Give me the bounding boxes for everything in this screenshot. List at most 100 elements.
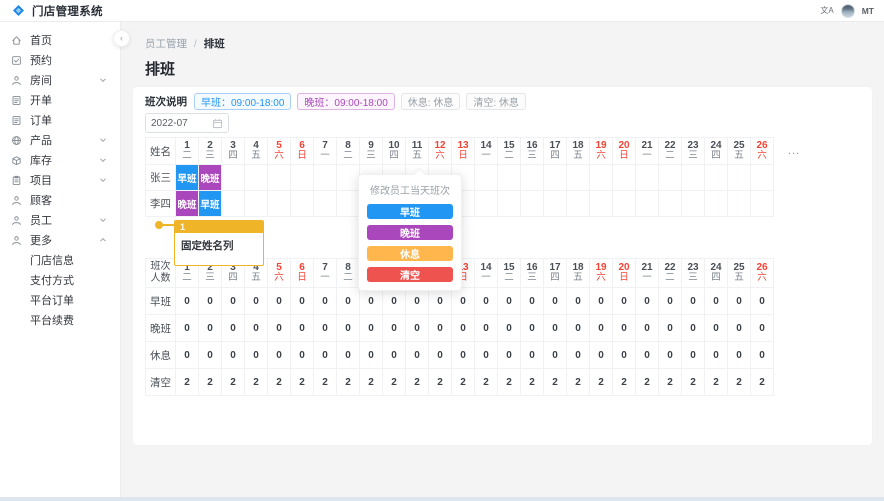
shift-cell[interactable] xyxy=(682,191,705,217)
summary-value: 0 xyxy=(498,315,521,342)
shift-cell[interactable] xyxy=(475,191,498,217)
shift-cell[interactable] xyxy=(636,165,659,191)
legend-badge-evening: 晚班：09:00-18:00 xyxy=(297,93,394,110)
day-column-header: 3四 xyxy=(222,138,245,165)
shift-cell[interactable] xyxy=(314,165,337,191)
user-avatar[interactable] xyxy=(841,4,855,18)
shift-cell[interactable] xyxy=(590,191,613,217)
chevron-down-icon xyxy=(99,136,108,144)
shift-cell[interactable] xyxy=(728,191,751,217)
summary-value: 0 xyxy=(521,342,544,369)
shift-cell[interactable] xyxy=(498,165,521,191)
popup-button-rest[interactable]: 休息 xyxy=(367,246,453,261)
shift-cell[interactable] xyxy=(682,165,705,191)
shift-cell[interactable] xyxy=(544,191,567,217)
day-column-header: 15二 xyxy=(498,259,521,288)
breadcrumb-parent[interactable]: 员工管理 xyxy=(145,38,187,50)
summary-value: 0 xyxy=(728,288,751,315)
shift-cell[interactable] xyxy=(521,191,544,217)
more-days-ellipsis: ... xyxy=(788,145,800,157)
shift-cell[interactable] xyxy=(314,191,337,217)
summary-value: 2 xyxy=(176,369,199,396)
shift-cell[interactable] xyxy=(337,165,360,191)
shift-cell[interactable] xyxy=(590,165,613,191)
summary-value: 0 xyxy=(498,288,521,315)
shift-cell[interactable] xyxy=(751,165,774,191)
sidebar-item-orders[interactable]: 订单 xyxy=(0,110,120,130)
summary-value: 0 xyxy=(383,315,406,342)
sidebar-item-booking[interactable]: 预约 xyxy=(0,50,120,70)
shift-cell[interactable] xyxy=(705,191,728,217)
bottom-scrollbar[interactable] xyxy=(0,497,884,501)
shift-cell[interactable] xyxy=(498,191,521,217)
popup-button-clear[interactable]: 清空 xyxy=(367,267,453,282)
shift-chip[interactable]: 早班 xyxy=(176,165,198,190)
popup-button-evening[interactable]: 晚班 xyxy=(367,225,453,240)
summary-value: 0 xyxy=(406,342,429,369)
summary-value: 0 xyxy=(751,342,774,369)
shift-cell[interactable] xyxy=(636,191,659,217)
summary-row-morning: 早班00000000000000000000000000 xyxy=(146,288,774,315)
day-column-header: 4五 xyxy=(245,138,268,165)
language-switch-icon[interactable]: 文A xyxy=(820,7,833,15)
sidebar-collapse-button[interactable]: ‹ xyxy=(113,30,130,47)
sidebar-item-rooms[interactable]: 房间 xyxy=(0,70,120,90)
shift-cell[interactable] xyxy=(268,165,291,191)
shift-cell[interactable] xyxy=(475,165,498,191)
shift-cell[interactable]: 早班 xyxy=(176,165,199,191)
shift-cell[interactable] xyxy=(245,191,268,217)
sidebar-item-products[interactable]: 产品 xyxy=(0,130,120,150)
sidebar-subitem-payment-methods[interactable]: 支付方式 xyxy=(0,270,120,290)
shift-cell[interactable] xyxy=(751,191,774,217)
summary-value: 0 xyxy=(590,315,613,342)
shift-cell[interactable] xyxy=(222,165,245,191)
summary-value: 0 xyxy=(291,315,314,342)
shift-cell[interactable] xyxy=(291,165,314,191)
sidebar-subitem-platform-orders[interactable]: 平台订单 xyxy=(0,290,120,310)
shift-chip[interactable]: 晚班 xyxy=(199,165,221,190)
shift-cell[interactable] xyxy=(613,191,636,217)
popup-button-morning[interactable]: 早班 xyxy=(367,204,453,219)
summary-row-evening: 晚班00000000000000000000000000 xyxy=(146,315,774,342)
month-picker[interactable]: 2022-07 xyxy=(145,113,229,133)
shift-edit-popup-buttons: 早班晚班休息清空 xyxy=(367,204,453,282)
shift-cell[interactable]: 晚班 xyxy=(176,191,199,217)
app-logo-icon xyxy=(12,4,25,17)
shift-cell[interactable] xyxy=(245,165,268,191)
sidebar-subitem-store-info[interactable]: 门店信息 xyxy=(0,250,120,270)
sidebar-menu: 首页预约房间开单订单产品库存项目顾客员工更多门店信息支付方式平台订单平台续费 xyxy=(0,22,121,501)
summary-value: 2 xyxy=(590,369,613,396)
shift-cell[interactable] xyxy=(613,165,636,191)
shift-cell[interactable] xyxy=(705,165,728,191)
shift-cell[interactable] xyxy=(567,191,590,217)
shift-cell[interactable] xyxy=(337,191,360,217)
sidebar-item-projects[interactable]: 项目 xyxy=(0,170,120,190)
shift-cell[interactable] xyxy=(659,191,682,217)
shift-cell[interactable] xyxy=(544,165,567,191)
shift-cell[interactable] xyxy=(521,165,544,191)
summary-value: 2 xyxy=(452,369,475,396)
shift-cell[interactable] xyxy=(659,165,682,191)
sidebar-item-inventory[interactable]: 库存 xyxy=(0,150,120,170)
shift-cell[interactable] xyxy=(222,191,245,217)
sidebar-item-staff[interactable]: 员工 xyxy=(0,210,120,230)
shift-cell[interactable] xyxy=(567,165,590,191)
shift-cell[interactable] xyxy=(291,191,314,217)
sidebar-item-home[interactable]: 首页 xyxy=(0,30,120,50)
summary-value: 0 xyxy=(199,342,222,369)
booking-icon xyxy=(10,54,22,66)
shift-chip[interactable]: 早班 xyxy=(199,191,221,216)
shift-cell[interactable]: 早班 xyxy=(199,191,222,217)
summary-value: 0 xyxy=(245,342,268,369)
shift-cell[interactable] xyxy=(728,165,751,191)
shift-chip[interactable]: 晚班 xyxy=(176,191,198,216)
shift-cell[interactable] xyxy=(268,191,291,217)
sidebar-item-billing[interactable]: 开单 xyxy=(0,90,120,110)
summary-value: 0 xyxy=(682,315,705,342)
day-column-header: 7一 xyxy=(314,259,337,288)
summary-value: 2 xyxy=(291,369,314,396)
sidebar-item-more[interactable]: 更多 xyxy=(0,230,120,250)
sidebar-subitem-platform-renewal[interactable]: 平台续费 xyxy=(0,310,120,330)
sidebar-item-customers[interactable]: 顾客 xyxy=(0,190,120,210)
shift-cell[interactable]: 晚班 xyxy=(199,165,222,191)
